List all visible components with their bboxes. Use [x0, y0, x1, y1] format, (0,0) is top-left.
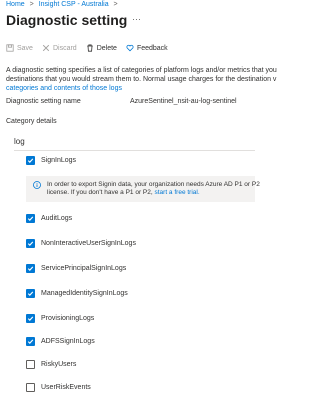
log-item-adfssigninlogs[interactable]: ADFSSignInLogs: [26, 337, 95, 346]
discard-label: Discard: [52, 44, 77, 52]
provisioninglogs-checkbox[interactable]: [26, 314, 35, 323]
divider: [14, 150, 255, 151]
managedidentitysigninlogs-checkbox[interactable]: [26, 289, 35, 298]
log-item-provisioninglogs[interactable]: ProvisioningLogs: [26, 314, 94, 323]
free-trial-link[interactable]: start a free trial.: [154, 189, 199, 196]
info-banner: In order to export Signin data, your org…: [26, 176, 260, 202]
description-line: destinations that you would stream them …: [6, 76, 277, 83]
feedback-label: Feedback: [136, 44, 168, 52]
log-item-label: AuditLogs: [41, 215, 73, 222]
log-item-serviceprincipalsigninlogs[interactable]: ServicePrincipalSignInLogs: [26, 264, 126, 273]
heart-icon: [126, 44, 134, 52]
log-item-label: ADFSSignInLogs: [41, 338, 95, 345]
command-bar: Save Discard Delete Feedback: [6, 44, 177, 52]
riskyusers-checkbox[interactable]: [26, 360, 35, 369]
log-item-signinlogs[interactable]: SignInLogs: [26, 156, 76, 165]
checkmark-icon: [27, 266, 34, 271]
checkmark-icon: [27, 316, 34, 321]
description: A diagnostic setting specifies a list of…: [6, 66, 306, 93]
breadcrumb-separator: >: [29, 1, 34, 8]
breadcrumb-separator: >: [113, 1, 118, 8]
save-icon: [6, 44, 14, 52]
feedback-button[interactable]: Feedback: [126, 44, 168, 52]
serviceprincipalsigninlogs-checkbox[interactable]: [26, 264, 35, 273]
categories-link[interactable]: categories and contents of those logs: [6, 85, 122, 92]
breadcrumb-home-link[interactable]: Home: [6, 1, 25, 8]
trash-icon: [86, 44, 93, 52]
adfssigninlogs-checkbox[interactable]: [26, 337, 35, 346]
breadcrumb-tenant-link[interactable]: Insight CSP - Australia: [39, 1, 109, 8]
checkmark-icon: [27, 158, 34, 163]
checkmark-icon: [27, 291, 34, 296]
page-title: Diagnostic setting: [6, 12, 128, 28]
save-label: Save: [17, 44, 33, 52]
checkmark-icon: [27, 339, 34, 344]
setting-name-value: AzureSentinel_nsit-au-log-sentinel: [130, 98, 237, 105]
checkmark-icon: [27, 241, 34, 246]
signinlogs-checkbox[interactable]: [26, 156, 35, 165]
setting-name-label: Diagnostic setting name: [6, 98, 81, 105]
log-item-label: RiskyUsers: [41, 361, 77, 368]
log-item-label: SignInLogs: [41, 157, 77, 164]
log-item-userriskevents[interactable]: UserRiskEvents: [26, 383, 91, 392]
log-item-noninteractiveusersigninlogs[interactable]: NonInteractiveUserSignInLogs: [26, 239, 136, 248]
info-icon: [33, 181, 41, 189]
log-item-auditlogs[interactable]: AuditLogs: [26, 214, 72, 223]
log-item-label: UserRiskEvents: [41, 384, 91, 391]
more-options-icon[interactable]: ···: [132, 14, 141, 24]
auditlogs-checkbox[interactable]: [26, 214, 35, 223]
log-item-managedidentitysigninlogs[interactable]: ManagedIdentitySignInLogs: [26, 289, 128, 298]
close-icon: [42, 44, 50, 52]
userriskevents-checkbox[interactable]: [26, 383, 35, 392]
save-button[interactable]: Save: [6, 44, 33, 52]
checkmark-icon: [27, 216, 34, 221]
description-line: A diagnostic setting specifies a list of…: [6, 67, 277, 74]
log-item-riskyusers[interactable]: RiskyUsers: [26, 360, 76, 369]
delete-button[interactable]: Delete: [86, 44, 117, 52]
info-banner-line: In order to export Signin data, your org…: [47, 181, 260, 188]
log-item-label: ManagedIdentitySignInLogs: [41, 290, 128, 297]
noninteractiveusersigninlogs-checkbox[interactable]: [26, 239, 35, 248]
log-item-label: ProvisioningLogs: [41, 315, 95, 322]
category-details-heading: Category details: [6, 118, 57, 125]
discard-button[interactable]: Discard: [42, 44, 77, 52]
info-banner-line: license. If you don't have a P1 or P2,: [47, 189, 153, 196]
log-item-label: NonInteractiveUserSignInLogs: [41, 240, 136, 247]
log-item-label: ServicePrincipalSignInLogs: [41, 265, 127, 272]
delete-label: Delete: [96, 44, 117, 52]
log-column-header: log: [14, 137, 25, 146]
breadcrumb: Home > Insight CSP - Australia >: [6, 1, 121, 8]
